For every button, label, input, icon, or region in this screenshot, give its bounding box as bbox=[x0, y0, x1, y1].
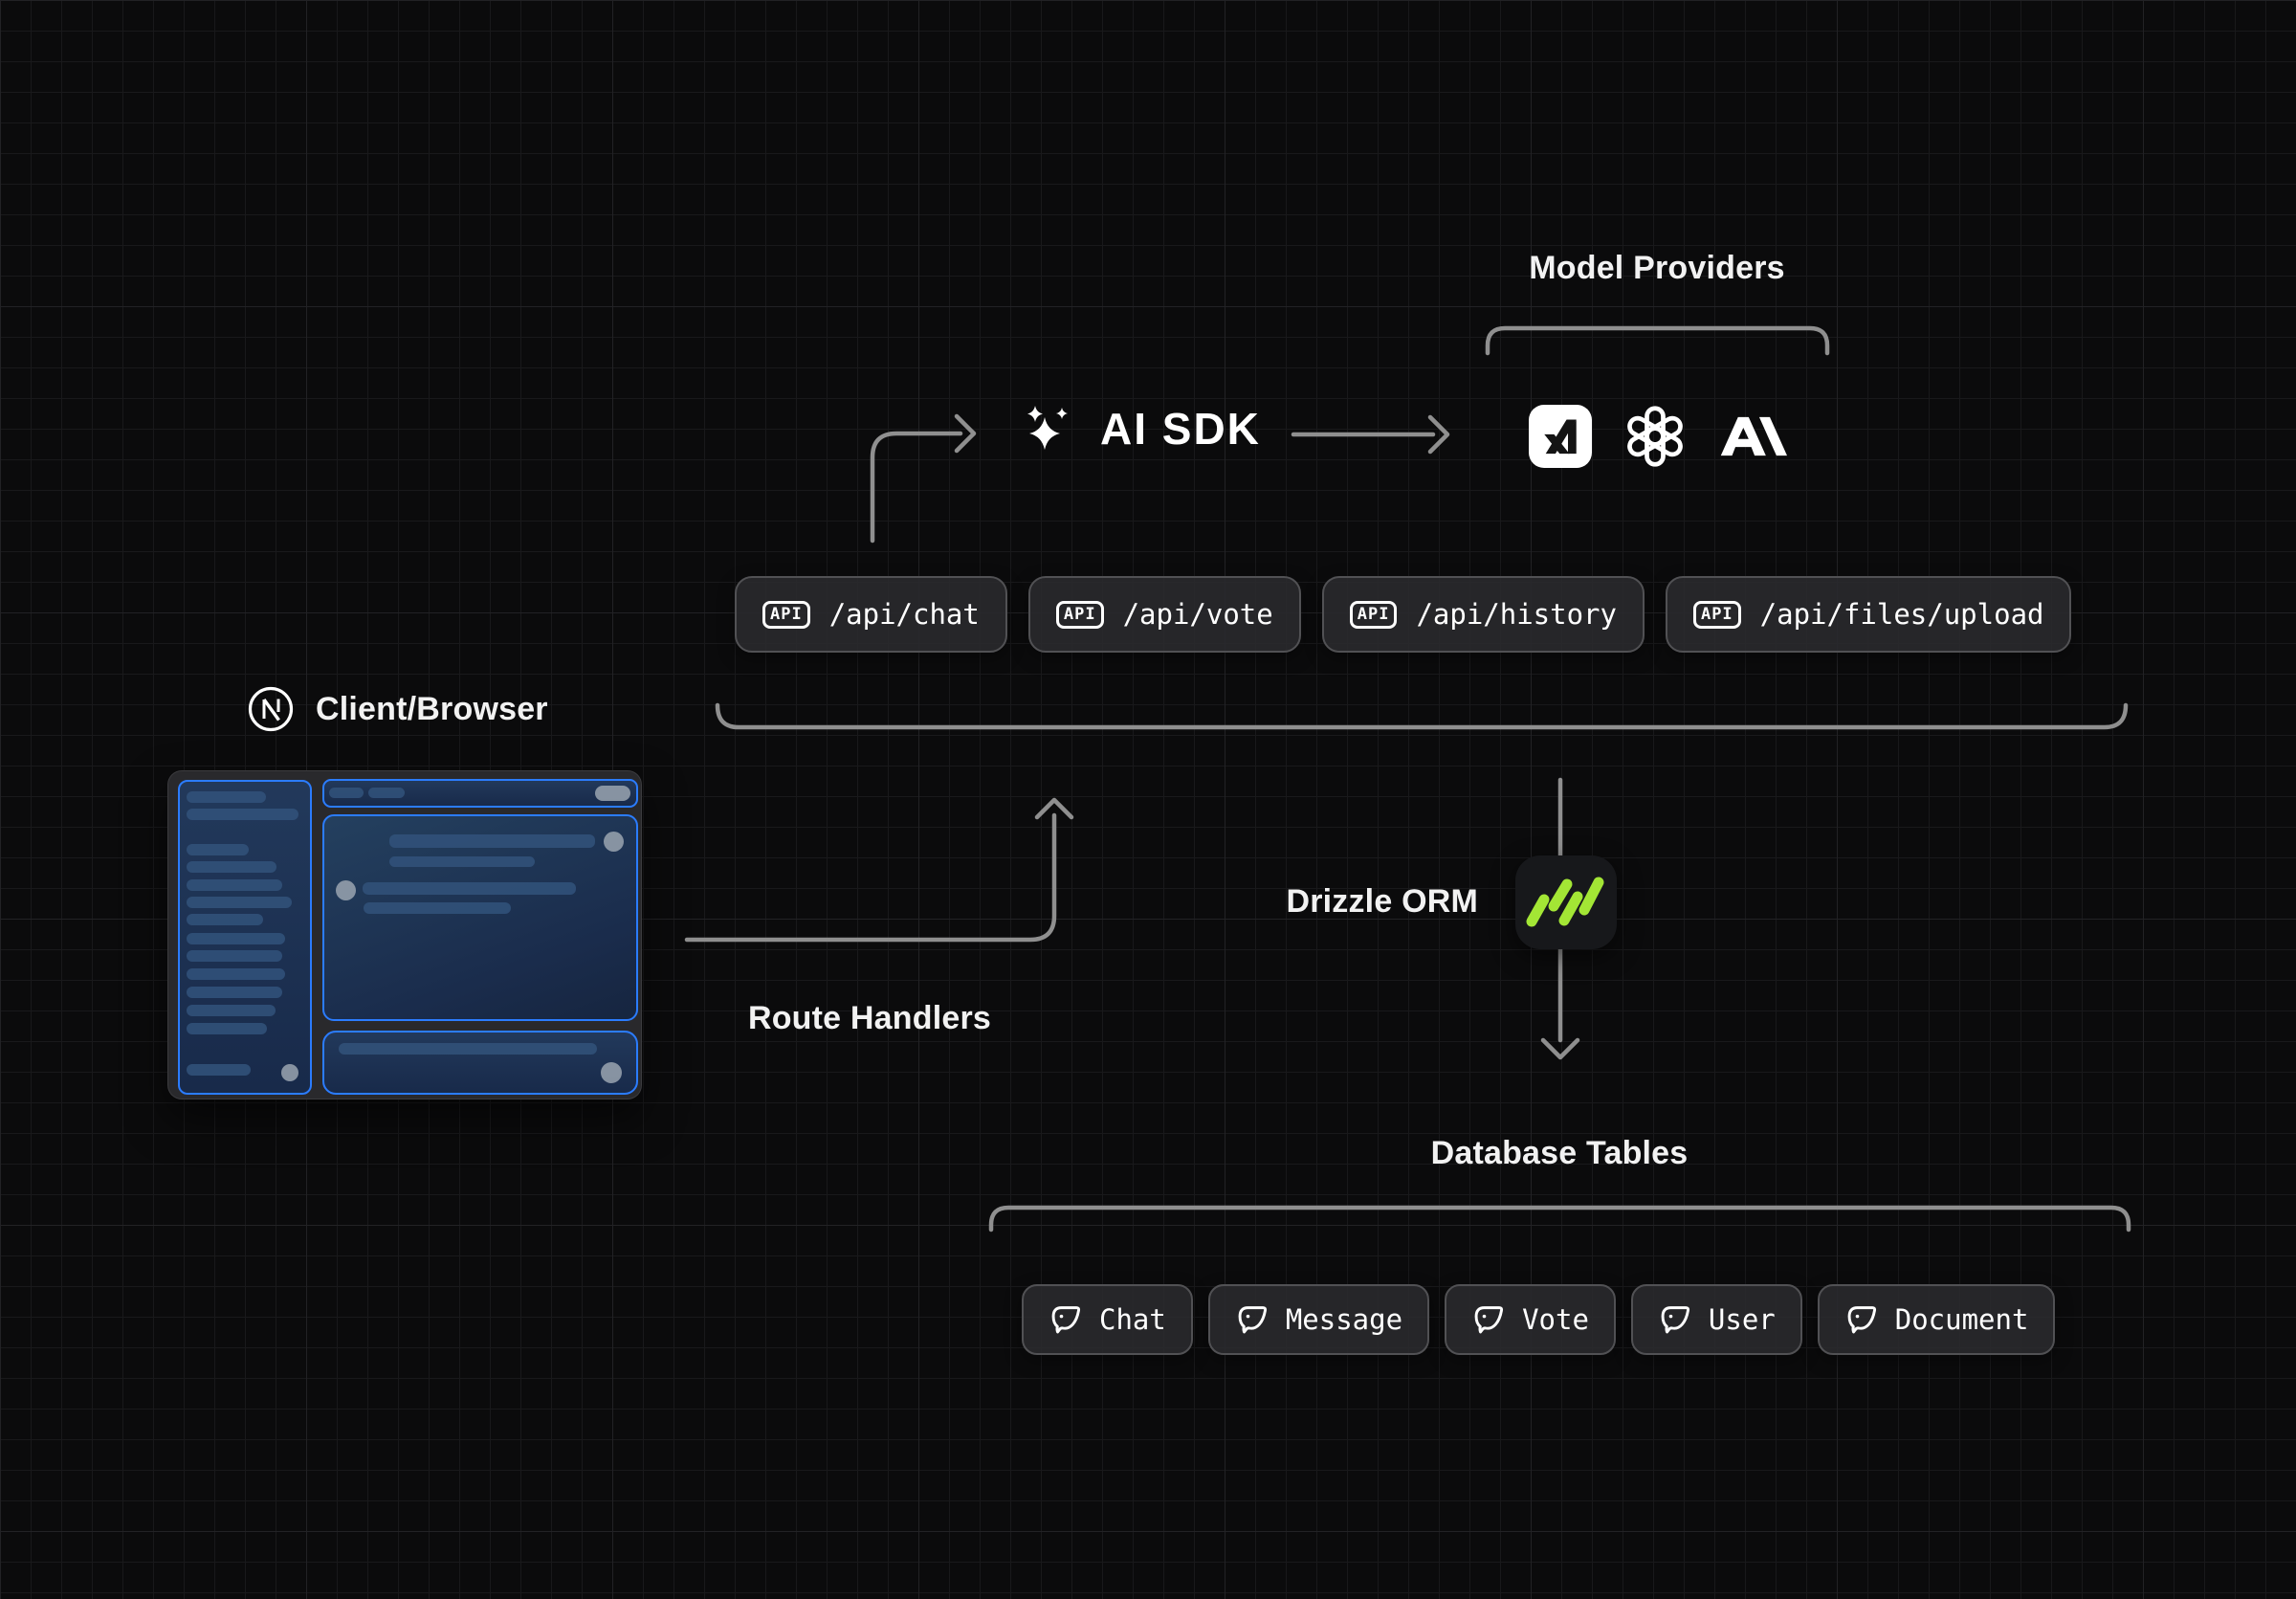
ai-sdk-label: AI SDK bbox=[1100, 403, 1261, 455]
bracket-api-routes bbox=[718, 705, 2126, 727]
avatar bbox=[281, 1064, 298, 1081]
api-route-path: /api/files/upload bbox=[1760, 598, 2044, 631]
database-tables-row: Chat Message Vote User bbox=[1022, 1284, 2055, 1355]
table-pill-vote: Vote bbox=[1445, 1284, 1616, 1355]
api-route-chat: API /api/chat bbox=[735, 576, 1007, 653]
table-name: User bbox=[1709, 1303, 1776, 1336]
table-name: Vote bbox=[1522, 1303, 1589, 1336]
api-route-history: API /api/history bbox=[1322, 576, 1645, 653]
table-pill-chat: Chat bbox=[1022, 1284, 1193, 1355]
sparkles-icon bbox=[1022, 402, 1075, 455]
api-routes-row: API /api/chat API /api/vote API /api/his… bbox=[735, 576, 2071, 653]
mockup-chat-area bbox=[322, 814, 638, 1021]
table-leaf-icon bbox=[1049, 1302, 1083, 1337]
table-name: Message bbox=[1286, 1303, 1402, 1336]
arrowhead-down-icon bbox=[1543, 1040, 1578, 1057]
api-badge-icon: API bbox=[1056, 601, 1104, 629]
avatar bbox=[604, 832, 624, 852]
bracket-database-tables bbox=[991, 1208, 2129, 1230]
api-route-path: /api/chat bbox=[829, 598, 980, 631]
api-badge-icon: API bbox=[1693, 601, 1741, 629]
openai-icon bbox=[1623, 404, 1688, 469]
table-leaf-icon bbox=[1471, 1302, 1506, 1337]
api-badge-icon: API bbox=[762, 601, 810, 629]
arrow-client-to-routes bbox=[687, 815, 1054, 940]
xai-icon bbox=[1529, 405, 1592, 468]
api-badge-icon: API bbox=[1350, 601, 1398, 629]
anthropic-icon bbox=[1718, 412, 1787, 460]
api-route-path: /api/history bbox=[1416, 598, 1617, 631]
bracket-model-providers bbox=[1488, 328, 1827, 353]
table-pill-user: User bbox=[1631, 1284, 1802, 1355]
table-leaf-icon bbox=[1658, 1302, 1692, 1337]
ai-sdk-node: AI SDK bbox=[1022, 402, 1261, 455]
client-browser-node: Client/Browser bbox=[247, 685, 548, 733]
client-browser-label: Client/Browser bbox=[316, 691, 548, 728]
api-route-path: /api/vote bbox=[1123, 598, 1273, 631]
mockup-sidebar bbox=[178, 780, 312, 1095]
avatar bbox=[336, 880, 356, 900]
architecture-diagram: Model Providers AI SDK bbox=[0, 0, 2296, 1599]
arrow-routes-to-aisdk bbox=[872, 433, 960, 541]
mockup-input-box bbox=[322, 1031, 638, 1095]
drizzle-icon bbox=[1515, 855, 1617, 949]
table-leaf-icon bbox=[1235, 1302, 1269, 1337]
model-providers-group bbox=[1529, 404, 1787, 469]
database-tables-label: Database Tables bbox=[1416, 1135, 1703, 1172]
drizzle-orm-label: Drizzle ORM bbox=[1225, 883, 1478, 921]
route-handlers-label: Route Handlers bbox=[726, 1000, 1013, 1037]
table-leaf-icon bbox=[1844, 1302, 1879, 1337]
send-button-icon bbox=[601, 1062, 622, 1083]
mockup-header bbox=[322, 779, 638, 808]
browser-mockup bbox=[168, 771, 641, 1099]
nextjs-icon bbox=[247, 685, 295, 733]
api-route-vote: API /api/vote bbox=[1028, 576, 1301, 653]
table-name: Document bbox=[1895, 1303, 2029, 1336]
table-pill-document: Document bbox=[1818, 1284, 2056, 1355]
table-pill-message: Message bbox=[1208, 1284, 1429, 1355]
table-name: Chat bbox=[1099, 1303, 1166, 1336]
model-providers-label: Model Providers bbox=[1513, 250, 1800, 287]
api-route-files-upload: API /api/files/upload bbox=[1666, 576, 2072, 653]
